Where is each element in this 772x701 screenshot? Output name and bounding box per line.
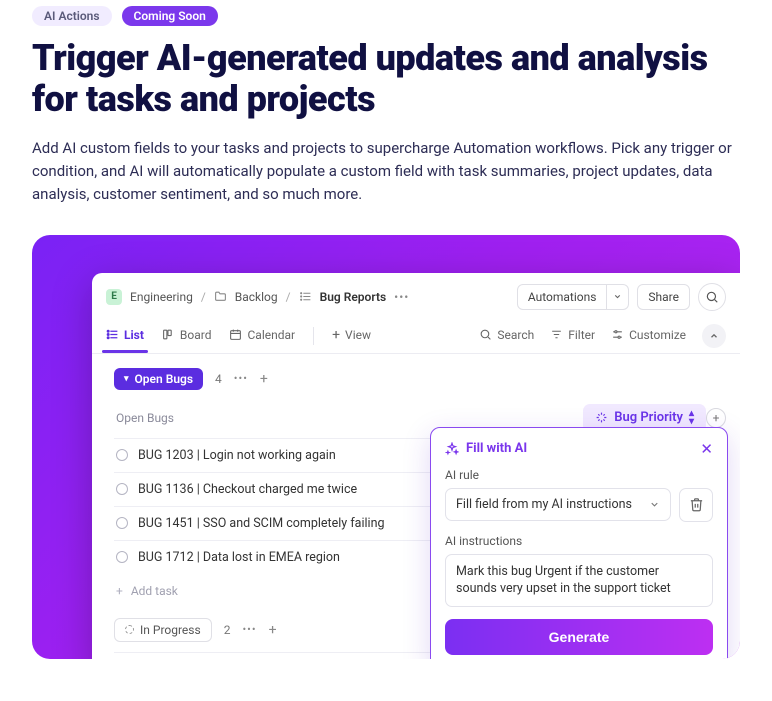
breadcrumb-separator: / [201, 290, 206, 304]
group-header-open-bugs: ▾ Open Bugs 4 ••• + [114, 368, 726, 390]
collapse-toolbar-button[interactable] [702, 324, 726, 348]
add-view-label: View [345, 328, 371, 342]
page-subtext: Add AI custom fields to your tasks and p… [32, 137, 732, 207]
close-icon[interactable]: ✕ [700, 440, 713, 458]
group-more-icon[interactable]: ••• [234, 372, 248, 385]
automations-button[interactable]: Automations [517, 284, 608, 310]
ai-rule-label: AI rule [445, 468, 713, 482]
search-icon-button[interactable] [698, 283, 726, 311]
screenshot-frame: E Engineering / Backlog / Bug Reports ••… [32, 235, 740, 659]
tab-divider [313, 327, 314, 345]
status-circle-icon[interactable] [116, 483, 128, 495]
ai-rule-value: Fill field from my AI instructions [456, 497, 632, 512]
add-task-label: Add task [131, 584, 178, 598]
list-icon [299, 290, 312, 303]
share-button[interactable]: Share [637, 284, 690, 310]
delete-rule-button[interactable] [679, 488, 713, 522]
automations-split-button[interactable]: Automations [517, 284, 630, 310]
topbar: E Engineering / Backlog / Bug Reports ••… [92, 273, 740, 319]
group-chip-open-bugs[interactable]: ▾ Open Bugs [114, 368, 203, 390]
tab-list[interactable]: List [106, 320, 144, 352]
folder-icon [214, 290, 227, 303]
topbar-actions: Automations Share [517, 283, 726, 311]
page-headline: Trigger AI-generated updates and analysi… [32, 38, 740, 121]
popover-title-text: Fill with AI [466, 441, 527, 456]
automations-caret[interactable] [607, 284, 629, 310]
search-toolbar[interactable]: Search [479, 320, 534, 352]
add-view-button[interactable]: + View [332, 319, 371, 353]
chevron-down-icon [649, 499, 660, 510]
group-more-icon[interactable]: ••• [242, 623, 256, 636]
breadcrumb: E Engineering / Backlog / Bug Reports ••… [106, 289, 409, 305]
group-count: 2 [224, 623, 231, 637]
status-circle-icon[interactable] [116, 449, 128, 461]
sparkle-icon [595, 411, 608, 424]
search-label: Search [497, 328, 534, 342]
customize-toolbar[interactable]: Customize [611, 320, 686, 352]
task-title: BUG 1451 | SSO and SCIM completely faili… [138, 516, 385, 531]
task-title: BUG 1136 | Checkout charged me twice [138, 482, 357, 497]
sparkle-icon [445, 442, 459, 456]
group-add-icon[interactable]: + [269, 622, 277, 638]
tab-calendar[interactable]: Calendar [229, 320, 295, 352]
badge-ai-actions: AI Actions [32, 6, 112, 26]
badge-coming-soon: Coming Soon [122, 6, 218, 26]
filter-label: Filter [568, 328, 595, 342]
space-avatar[interactable]: E [106, 289, 122, 305]
breadcrumb-folder[interactable]: Backlog [235, 290, 278, 304]
status-circle-icon[interactable] [116, 517, 128, 529]
column-name-header[interactable]: Open Bugs [116, 411, 583, 425]
badge-row: AI Actions Coming Soon [32, 6, 740, 26]
plus-icon: + [116, 584, 123, 598]
group-add-icon[interactable]: + [260, 371, 268, 387]
generate-button[interactable]: Generate [445, 619, 713, 655]
task-title: BUG 1712 | Data lost in EMEA region [138, 550, 340, 565]
group-chip-label: Open Bugs [135, 372, 193, 386]
group-chip-in-progress[interactable]: In Progress [114, 618, 212, 642]
trash-icon [689, 497, 704, 512]
group-count: 4 [215, 372, 222, 386]
breadcrumb-list[interactable]: Bug Reports [320, 290, 387, 304]
breadcrumb-separator: / [286, 290, 291, 304]
tab-calendar-label: Calendar [247, 328, 295, 342]
view-tabs: List Board Calendar + View [92, 319, 740, 354]
popover-title: Fill with AI [445, 441, 527, 456]
ai-rule-select[interactable]: Fill field from my AI instructions [445, 488, 671, 521]
status-circle-icon[interactable] [116, 551, 128, 563]
tab-board-label: Board [180, 328, 212, 342]
breadcrumb-space[interactable]: Engineering [130, 290, 193, 304]
breadcrumb-more-icon[interactable]: ••• [394, 290, 409, 304]
chevron-down-icon: ▾ [124, 374, 129, 384]
app-window: E Engineering / Backlog / Bug Reports ••… [92, 273, 740, 659]
task-title: BUG 1203 | Login not working again [138, 448, 336, 463]
sort-icon: ▴▾ [689, 410, 694, 426]
fill-with-ai-popover: Fill with AI ✕ AI rule Fill field from m… [430, 427, 728, 659]
group-chip-label: In Progress [140, 623, 201, 637]
ai-instructions-label: AI instructions [445, 534, 713, 548]
add-column-button[interactable]: + [706, 408, 726, 428]
tab-board[interactable]: Board [162, 320, 212, 352]
tab-list-label: List [124, 328, 144, 342]
status-dashed-icon [125, 625, 134, 634]
column-bug-priority-label: Bug Priority [614, 410, 683, 425]
filter-toolbar[interactable]: Filter [550, 320, 595, 352]
ai-instructions-input[interactable]: Mark this bug Urgent if the customer sou… [445, 554, 713, 607]
customize-label: Customize [629, 328, 686, 342]
